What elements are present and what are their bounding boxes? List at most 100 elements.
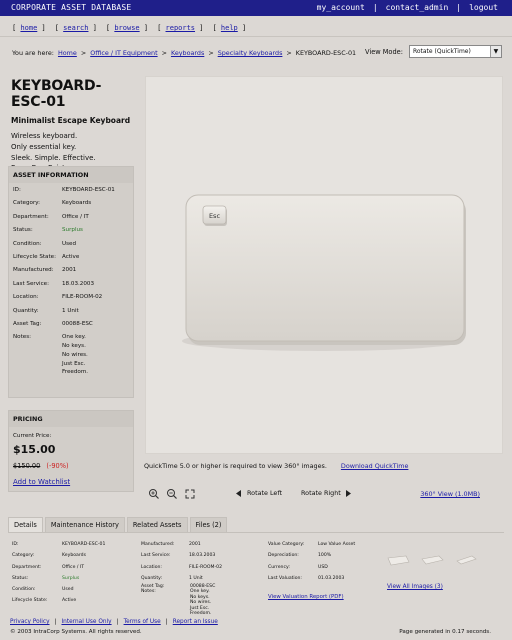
download-quicktime-link[interactable]: Download QuickTime	[341, 462, 409, 470]
tab-files[interactable]: Files (2)	[189, 517, 228, 532]
info-label: Manufactured:	[13, 267, 54, 274]
notes-row: Notes: One key. No keys. No wires. Just Esc.…	[13, 334, 129, 378]
info-row: Status: Surplus	[13, 227, 129, 233]
info-value: 1 Unit	[189, 575, 203, 581]
nav-link-browse[interactable]: browse	[114, 24, 139, 32]
my-account-link[interactable]: my_account	[317, 3, 365, 12]
asset-summary: KEYBOARD-ESC-01 Minimalist Escape Keyboa…	[11, 78, 133, 174]
rotate-right-label: Rotate Right	[301, 489, 341, 497]
asset-info-title: ASSET INFORMATION	[9, 167, 133, 183]
zoom-out-icon[interactable]	[166, 488, 178, 500]
info-label: Location:	[141, 564, 162, 570]
asset-info-panel: ASSET INFORMATION ID: KEYBOARD-ESC-01 Cate…	[8, 166, 134, 398]
privacy-policy-link[interactable]: Privacy Policy	[10, 619, 50, 625]
fullscreen-icon[interactable]	[184, 488, 196, 500]
info-row: Asset Tag: 00088-ESC	[13, 321, 129, 327]
separator: |	[116, 619, 119, 625]
old-price: $150.00 (-90%)	[13, 462, 129, 470]
info-row: Location: FILE-ROOM-02	[141, 565, 222, 570]
add-to-watchlist-link[interactable]: Add to Watchlist	[13, 478, 70, 486]
info-label: Department:	[12, 564, 42, 570]
internal-use-link[interactable]: Internal Use Only	[61, 619, 111, 625]
info-row: ID: KEYBOARD-ESC-01	[12, 542, 105, 547]
info-label: Quantity:	[13, 307, 39, 314]
nav-link-home[interactable]: home	[20, 24, 37, 32]
detail-tabs: Details Maintenance History Related Asse…	[8, 517, 229, 532]
breadcrumb-office-it[interactable]: Office / IT Equipment	[90, 49, 157, 57]
separator: |	[372, 3, 378, 12]
nav-search: [ search ]	[54, 24, 97, 32]
info-value: Surplus	[62, 227, 83, 234]
nav-help: [ help ]	[212, 24, 247, 32]
valuation-report-link[interactable]: View Valuation Report (PDF)	[268, 594, 344, 600]
info-row: Quantity: 1 Unit	[141, 576, 222, 581]
info-value: 1 Unit	[62, 307, 79, 314]
desc-line: Wireless keyboard.	[11, 132, 78, 140]
info-row: Condition: Used	[12, 587, 105, 592]
asset-subtitle: Minimalist Escape Keyboard	[11, 116, 131, 125]
thumbnail-image[interactable]	[454, 554, 478, 566]
view-mode-select[interactable]: Rotate (QuickTime) ▼	[408, 45, 502, 58]
info-label: Lifecycle State:	[12, 598, 48, 604]
info-label: Asset Tag:	[13, 320, 42, 327]
view-all-images-link[interactable]: View All Images (3)	[387, 584, 443, 590]
view-360-link[interactable]: 360° View (1.0MB)	[420, 490, 480, 498]
breadcrumb-prefix: You are here:	[12, 49, 54, 57]
zoom-in-icon[interactable]	[148, 488, 160, 500]
tab-maintenance-history[interactable]: Maintenance History	[44, 517, 125, 532]
chevron-down-icon: ▼	[489, 46, 501, 57]
rotate-right-button[interactable]: Rotate Right	[301, 489, 352, 497]
note-line: One key.	[62, 334, 86, 341]
nav-link-help[interactable]: help	[221, 24, 238, 32]
info-value: Active	[62, 253, 80, 260]
info-row: Manufactured: 2001	[141, 542, 222, 547]
view-mode-value: Rotate (QuickTime)	[412, 48, 471, 55]
breadcrumb-home[interactable]: Home	[58, 49, 77, 57]
view-mode-label: View Mode:	[365, 47, 403, 56]
separator: |	[165, 619, 168, 625]
tab-related-assets[interactable]: Related Assets	[126, 517, 188, 532]
nav-link-reports[interactable]: reports	[166, 24, 196, 32]
info-value: Keyboards	[62, 200, 92, 207]
details-asset-tag: Asset Tag: Notes: 00088-ESC One key. No k…	[141, 584, 215, 616]
asset-info-rows: ID: KEYBOARD-ESC-01 Category: Keyboards Depa…	[9, 183, 133, 390]
report-issue-link[interactable]: Report an Issue	[173, 619, 218, 625]
product-viewer[interactable]: Esc	[145, 76, 503, 454]
pricing-title: PRICING	[9, 411, 133, 427]
note-line: Just Esc.	[62, 360, 86, 367]
terms-of-use-link[interactable]: Terms of Use	[124, 619, 161, 625]
info-row: Category: Keyboards	[12, 553, 105, 558]
info-value: Low Value Asset	[318, 542, 356, 547]
app-title: CORPORATE ASSET DATABASE	[11, 3, 132, 12]
info-value: Office / IT	[62, 213, 89, 220]
info-label: ID:	[12, 542, 19, 547]
info-label: Lifecycle State:	[13, 253, 57, 260]
nav-link-search[interactable]: search	[63, 24, 88, 32]
info-label: Department:	[13, 213, 49, 220]
info-row: ID: KEYBOARD-ESC-01	[13, 187, 129, 193]
contact-admin-link[interactable]: contact_admin	[386, 3, 449, 12]
main-nav: [ home ] [ search ] [ browse ] [ reports…	[12, 24, 246, 32]
breadcrumb-sep: >	[161, 49, 167, 57]
breadcrumb-specialty[interactable]: Specialty Keyboards	[218, 49, 283, 57]
info-label: Depreciation:	[268, 553, 299, 559]
info-label: Condition:	[13, 240, 42, 247]
tab-details[interactable]: Details	[8, 517, 43, 532]
info-value: FILE-ROOM-02	[189, 564, 223, 570]
info-label: ID:	[13, 187, 21, 193]
rotate-left-button[interactable]: Rotate Left	[236, 489, 282, 497]
thumbnail-image[interactable]	[386, 554, 410, 566]
thumbnail-image[interactable]	[420, 554, 444, 566]
esc-key-label: Esc	[209, 212, 220, 220]
info-row: Department: Office / IT	[13, 214, 129, 220]
info-value: Used	[62, 587, 74, 593]
info-label: Value Category:	[268, 542, 305, 547]
info-value: Keyboards	[62, 553, 86, 559]
asset-tag-label: Asset Tag: Notes:	[141, 584, 165, 594]
info-label: Location:	[13, 294, 39, 301]
discount-badge: (-90%)	[46, 462, 69, 470]
logout-link[interactable]: logout	[469, 3, 498, 12]
info-row: Last Service: 18.03.2003	[141, 553, 222, 558]
breadcrumb-keyboards[interactable]: Keyboards	[171, 49, 204, 57]
keyboard-image: Esc	[182, 194, 466, 351]
